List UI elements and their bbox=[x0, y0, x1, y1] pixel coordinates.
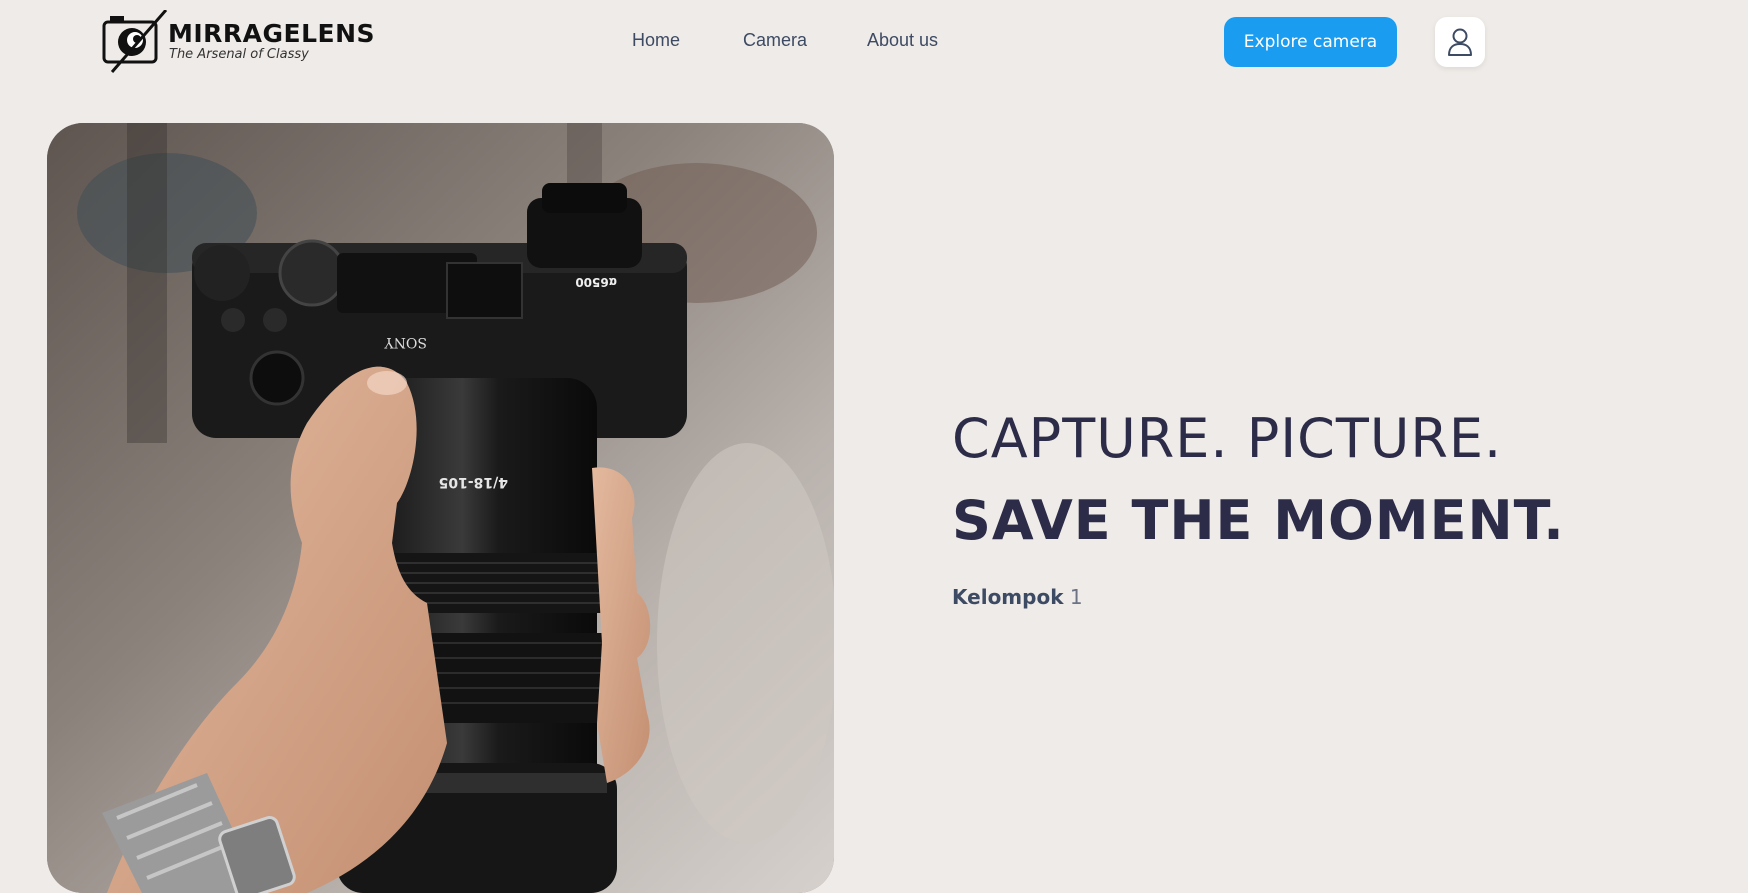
subtitle-group-label: Kelompok bbox=[952, 585, 1064, 609]
nav-camera[interactable]: Camera bbox=[743, 30, 807, 51]
user-account-button[interactable] bbox=[1435, 17, 1485, 67]
user-icon bbox=[1448, 28, 1472, 56]
headline-line-2: SAVE THE MOMENT. bbox=[952, 489, 1565, 552]
explore-camera-button[interactable]: Explore camera bbox=[1224, 17, 1397, 67]
headline-line-1: CAPTURE. PICTURE. bbox=[952, 407, 1503, 470]
camera-brand-text: SONY bbox=[384, 334, 427, 350]
nav-about-us[interactable]: About us bbox=[867, 30, 938, 51]
nav-home[interactable]: Home bbox=[632, 30, 680, 51]
brand-logo[interactable]: MIRRAGELENS The Arsenal of Classy bbox=[102, 10, 375, 74]
brand-tagline: The Arsenal of Classy bbox=[169, 47, 309, 62]
hero-headline: CAPTURE. PICTURE. SAVE THE MOMENT. bbox=[952, 407, 1565, 553]
camera-logo-icon bbox=[102, 10, 168, 73]
hero-subtitle: Kelompok 1 bbox=[952, 585, 1083, 609]
subtitle-group-number: 1 bbox=[1063, 585, 1083, 609]
site-header: MIRRAGELENS The Arsenal of Classy Home C… bbox=[0, 0, 1748, 86]
hero-camera-image: SONY α6500 4/18-105 bbox=[47, 123, 834, 893]
brand-name: MIRRAGELENS bbox=[168, 19, 376, 48]
camera-model-text: α6500 bbox=[575, 275, 617, 289]
lens-spec-text: 4/18-105 bbox=[439, 474, 508, 490]
